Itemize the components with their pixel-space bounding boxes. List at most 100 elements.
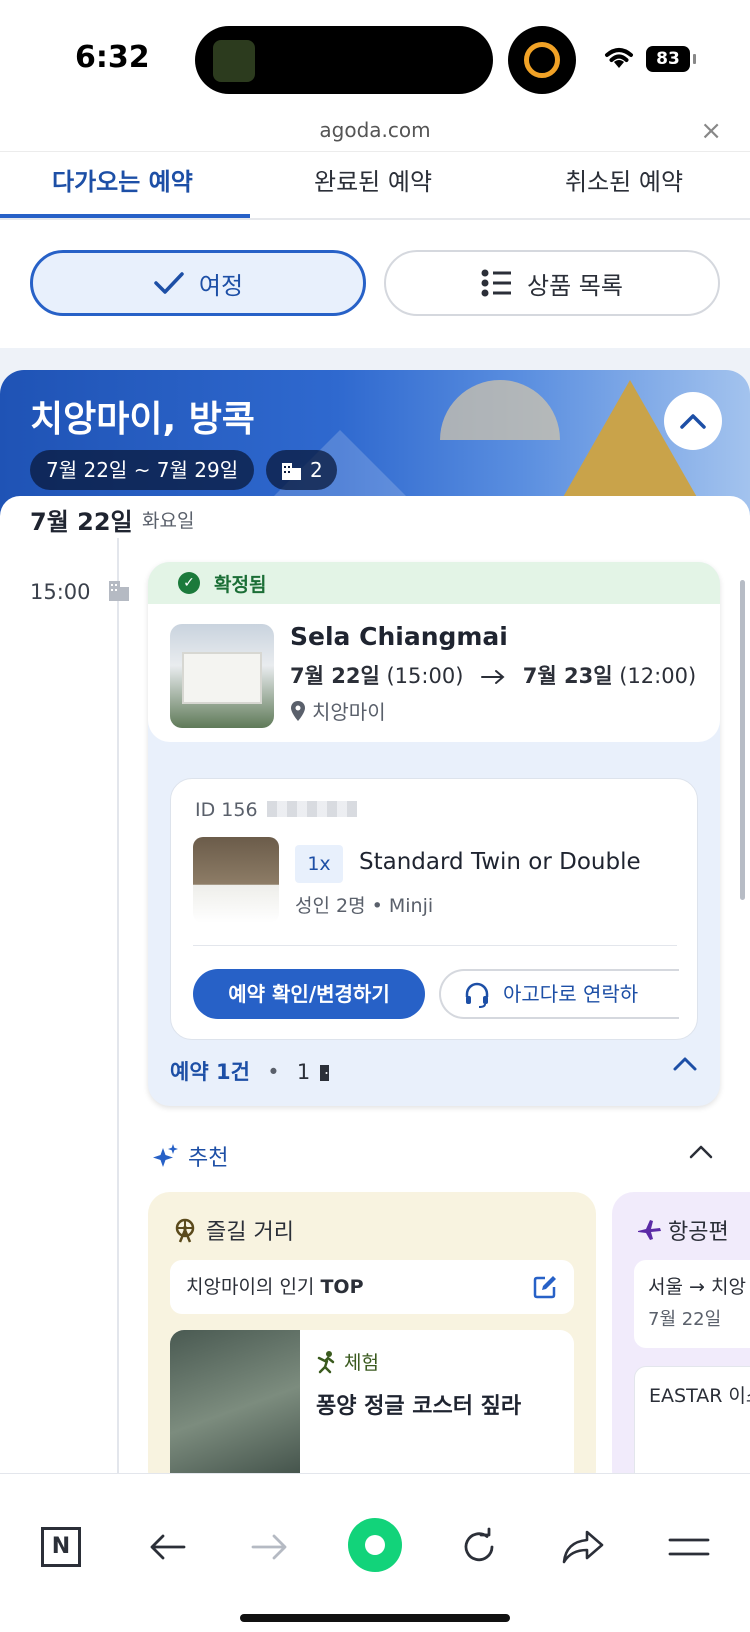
chevron-up-icon[interactable] — [688, 1142, 714, 1160]
redacted-id — [267, 801, 357, 817]
checkout-date: 7월 23일 — [522, 664, 613, 688]
scrollbar[interactable] — [740, 580, 745, 900]
contact-agoda-button[interactable]: 아고다로 연락하 — [439, 969, 679, 1019]
room-photo — [193, 837, 279, 923]
itinerary-label: 여정 — [198, 271, 244, 300]
activities-label: 즐길 거리 — [206, 1220, 294, 1245]
building-icon — [282, 463, 301, 480]
close-icon[interactable]: × — [700, 116, 722, 146]
booking-tabs: 다가오는 예약 완료된 예약 취소된 예약 — [0, 152, 750, 220]
arrow-right-icon — [481, 670, 505, 684]
flights-card[interactable]: 항공편 서울 → 치앙 7월 22일 EASTAR 이스트 — [612, 1192, 750, 1473]
airline-offer[interactable]: EASTAR 이스트 — [634, 1366, 750, 1473]
browser-toolbar: N — [0, 1473, 750, 1632]
refresh-button[interactable] — [454, 1522, 504, 1572]
product-list-label: 상품 목록 — [527, 271, 623, 300]
confirmed-check-icon: ✓ — [178, 572, 200, 594]
edit-icon[interactable] — [532, 1274, 558, 1300]
day-header: 7월 22일 화요일 — [0, 496, 750, 538]
manage-booking-button[interactable]: 예약 확인/변경하기 — [193, 969, 425, 1019]
room-quantity: 1x — [295, 845, 343, 883]
booking-id: ID 156 — [195, 799, 258, 821]
status-bar: 6:32 83 — [0, 0, 750, 118]
separator: • — [267, 1060, 280, 1084]
tab-completed[interactable]: 완료된 예약 — [314, 162, 432, 197]
flight-route: 서울 → 치앙 — [648, 1276, 746, 1298]
timeline-line — [117, 538, 119, 1473]
status-banner: ✓ 확정됨 — [148, 562, 720, 604]
booking-time: 15:00 — [30, 580, 91, 604]
chevron-up-icon[interactable] — [672, 1054, 698, 1072]
green-dot-button[interactable] — [348, 1518, 402, 1572]
now-playing-thumbnail — [213, 40, 255, 82]
category-label: 체험 — [344, 1352, 379, 1374]
day-of-week: 화요일 — [142, 510, 195, 532]
trip-banner[interactable]: 치앙마이, 방콕 7월 22일 ~ 7월 29일 2 — [0, 370, 750, 516]
property-count: 2 — [310, 458, 323, 482]
contact-label: 아고다로 연락하 — [503, 982, 639, 1006]
tab-cancelled[interactable]: 취소된 예약 — [565, 162, 683, 197]
activity-item[interactable]: 체험 퐁양 정글 코스터 짚라 — [170, 1330, 574, 1473]
collapse-trip-button[interactable] — [664, 392, 722, 450]
itinerary-button[interactable]: 여정 — [30, 250, 366, 316]
room-type: Standard Twin or Double — [359, 849, 641, 875]
share-icon — [562, 1530, 604, 1564]
activity-category: 체험 — [316, 1348, 379, 1375]
browser-url-bar: agoda.com × — [0, 112, 750, 152]
forward-button[interactable] — [245, 1522, 295, 1572]
trip-date-range: 7월 22일 ~ 7월 29일 — [30, 450, 255, 490]
recommendations-header: 추천 — [152, 1140, 228, 1172]
timer-icon — [508, 26, 576, 94]
arrow-right-icon — [251, 1534, 287, 1560]
refresh-icon — [464, 1527, 494, 1562]
hotel-booking-card[interactable]: ✓ 확정됨 Sela Chiangmai 7월 22일 (15:00) 7월 2… — [148, 562, 720, 1106]
naver-n-icon: N — [41, 1527, 81, 1567]
airplane-icon — [638, 1220, 661, 1240]
hotel-icon — [109, 581, 129, 601]
ferris-wheel-icon — [175, 1218, 195, 1243]
hotel-location: 치앙마이 — [290, 696, 386, 725]
tab-upcoming[interactable]: 다가오는 예약 — [52, 162, 193, 197]
activity-photo — [170, 1330, 300, 1473]
parasol-image — [440, 380, 560, 440]
chevron-up-icon — [680, 414, 706, 429]
stay-dates: 7월 22일 (15:00) 7월 23일 (12:00) — [290, 660, 696, 690]
sparkle-icon — [153, 1144, 178, 1167]
arrow-left-icon — [150, 1534, 186, 1560]
share-button[interactable] — [558, 1522, 608, 1572]
activities-card[interactable]: 즐길 거리 치앙마이의 인기 TOP 체험 퐁양 정글 코스터 짚라 — [148, 1192, 596, 1473]
checkout-time: (12:00) — [619, 664, 697, 688]
hotel-photo — [170, 624, 274, 728]
door-icon — [319, 1065, 329, 1081]
popular-top-row[interactable]: 치앙마이의 인기 TOP — [170, 1260, 574, 1314]
popular-top: TOP — [320, 1276, 364, 1298]
day-timeline: 15:00 ✓ 확정됨 Sela Chiangmai 7월 22일 (15:00… — [0, 538, 750, 1473]
url-text[interactable]: agoda.com — [0, 118, 750, 142]
naver-home-button[interactable]: N — [36, 1522, 86, 1572]
day-date: 7월 22일 — [30, 508, 133, 536]
checkin-date: 7월 22일 — [290, 664, 380, 688]
guest-info: 성인 2명 • Minji — [295, 895, 434, 917]
activity-name: 퐁양 정글 코스터 짚라 — [316, 1394, 522, 1419]
airline-name: EASTAR 이스트 — [649, 1385, 750, 1407]
menu-button[interactable] — [664, 1522, 714, 1572]
back-button[interactable] — [142, 1522, 192, 1572]
person-activity-icon — [317, 1350, 335, 1373]
home-indicator — [240, 1614, 510, 1622]
divider — [193, 945, 677, 946]
flights-title: 항공편 — [636, 1214, 729, 1246]
hotel-summary[interactable]: Sela Chiangmai 7월 22일 (15:00) 7월 23일 (12… — [148, 604, 720, 742]
headset-icon — [465, 982, 489, 1008]
recommendations-title: 추천 — [188, 1146, 229, 1171]
booking-count: 예약 1건 — [170, 1060, 250, 1084]
flight-date: 7월 22일 — [648, 1309, 722, 1330]
room-count: 1 — [296, 1060, 311, 1084]
battery-icon: 83 — [646, 46, 696, 72]
status-time: 6:32 — [75, 40, 150, 75]
flight-search-summary[interactable]: 서울 → 치앙 7월 22일 — [634, 1260, 750, 1348]
booking-summary: 예약 1건 • 1 — [170, 1056, 332, 1086]
product-list-button[interactable]: 상품 목록 — [384, 250, 720, 316]
hamburger-menu-icon — [668, 1538, 710, 1556]
wifi-icon — [605, 48, 633, 68]
dynamic-island — [195, 26, 493, 94]
